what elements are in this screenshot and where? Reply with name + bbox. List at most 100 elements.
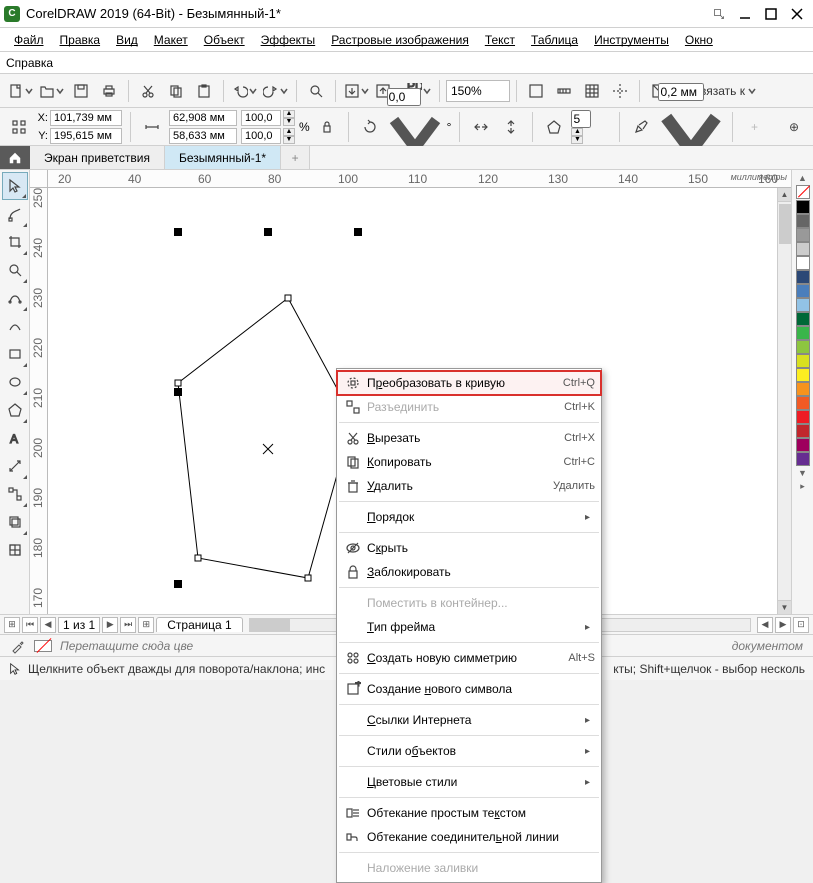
eyedropper-icon[interactable]	[10, 638, 26, 654]
menu-layout[interactable]: Макет	[146, 31, 196, 49]
selection-handle[interactable]	[174, 228, 182, 236]
sides-input[interactable]	[571, 110, 591, 128]
context-menu-item[interactable]: Заблокировать	[337, 560, 601, 584]
color-swatch[interactable]	[796, 354, 810, 368]
paste-button[interactable]	[191, 78, 217, 104]
crop-tool[interactable]	[2, 228, 28, 256]
color-swatch[interactable]	[796, 284, 810, 298]
menu-tools[interactable]: Инструменты	[586, 31, 677, 49]
selection-handle[interactable]	[174, 388, 182, 396]
menu-text[interactable]: Текст	[477, 31, 523, 49]
menu-object[interactable]: Объект	[196, 31, 253, 49]
width-input[interactable]	[169, 110, 237, 126]
vertical-scrollbar[interactable]: ▲ ▼	[777, 188, 791, 614]
rulers-button[interactable]	[551, 78, 577, 104]
context-menu-item[interactable]: Преобразовать в кривуюCtrl+Q	[337, 371, 601, 395]
color-swatch[interactable]	[796, 438, 810, 452]
page-add-button[interactable]: ⊞	[4, 617, 20, 633]
color-swatch[interactable]	[796, 298, 810, 312]
menu-window[interactable]: Окно	[677, 31, 721, 49]
color-swatch[interactable]	[796, 242, 810, 256]
mirror-h-button[interactable]	[468, 114, 494, 140]
color-swatch[interactable]	[796, 256, 810, 270]
ruler-horizontal[interactable]: 20406080100110120130140150160 миллиметры	[30, 170, 791, 188]
palette-scroll-down[interactable]: ▼	[795, 467, 811, 479]
context-menu-item[interactable]: Ссылки Интернета▸	[337, 708, 601, 732]
color-swatch[interactable]	[796, 368, 810, 382]
context-menu-item[interactable]: Обтекание соединительной линии	[337, 825, 601, 849]
context-menu-item[interactable]: +Создание нового символа	[337, 677, 601, 701]
palette-flyout[interactable]: ▸	[795, 480, 811, 492]
print-button[interactable]	[96, 78, 122, 104]
menu-file[interactable]: Файл	[6, 31, 52, 49]
page-tab-1[interactable]: Страница 1	[156, 617, 242, 632]
save-button[interactable]	[68, 78, 94, 104]
x-input[interactable]	[50, 110, 122, 126]
navigator-button[interactable]: ⊡	[793, 617, 809, 633]
rotation-input[interactable]	[387, 88, 421, 106]
close-button[interactable]	[785, 4, 809, 24]
zoom-combo[interactable]	[446, 80, 510, 102]
tab-document-1[interactable]: Безымянный-1*	[165, 146, 281, 169]
tab-new[interactable]: +	[281, 146, 310, 169]
page-prev-button[interactable]: ◀	[40, 617, 56, 633]
context-menu-item[interactable]: Тип фрейма▸	[337, 615, 601, 639]
y-input[interactable]	[50, 128, 122, 144]
search-button[interactable]	[303, 78, 329, 104]
sides-spinner[interactable]: ▲▼	[571, 128, 611, 144]
page-add-after-button[interactable]: ⊞	[138, 617, 154, 633]
minimize-button[interactable]	[733, 4, 757, 24]
context-menu-item[interactable]: УдалитьУдалить	[337, 474, 601, 498]
outline-width-input[interactable]	[658, 83, 704, 101]
undo-button[interactable]	[230, 83, 259, 99]
hscroll-right[interactable]: ▶	[775, 617, 791, 633]
context-menu-item[interactable]: Скрыть	[337, 536, 601, 560]
context-menu-item[interactable]: Обтекание простым текстом	[337, 801, 601, 825]
grid-button[interactable]	[579, 78, 605, 104]
color-swatch[interactable]	[796, 228, 810, 242]
swatch-none[interactable]	[796, 185, 810, 199]
page-last-button[interactable]: ⏭	[120, 617, 136, 633]
connector-tool[interactable]	[2, 480, 28, 508]
scale-x-spinner[interactable]: ▲▼	[283, 110, 295, 126]
menu-help[interactable]: Справка	[6, 56, 53, 70]
color-swatch[interactable]	[796, 200, 810, 214]
quick-customize-button[interactable]: ⊕	[781, 114, 807, 140]
copy-button[interactable]	[163, 78, 189, 104]
ruler-vertical[interactable]: 250240230220210200190180170	[30, 188, 48, 614]
context-menu-item[interactable]: КопироватьCtrl+C	[337, 450, 601, 474]
color-swatch[interactable]	[796, 410, 810, 424]
context-menu-item[interactable]: ВырезатьCtrl+X	[337, 426, 601, 450]
selection-handle[interactable]	[174, 580, 182, 588]
palette-scroll-up[interactable]: ▲	[795, 172, 811, 184]
height-input[interactable]	[169, 128, 237, 144]
color-swatch[interactable]	[796, 452, 810, 466]
color-swatch[interactable]	[796, 270, 810, 284]
page-first-button[interactable]: ⏮	[22, 617, 38, 633]
ellipse-tool[interactable]	[2, 368, 28, 396]
color-swatch[interactable]	[796, 326, 810, 340]
context-menu-item[interactable]: Порядок▸	[337, 505, 601, 529]
sides-combo[interactable]: ▲▼	[571, 110, 611, 144]
color-swatch[interactable]	[796, 424, 810, 438]
open-button[interactable]	[37, 83, 66, 99]
scale-y-input[interactable]	[241, 128, 281, 144]
lock-ratio-button[interactable]	[314, 114, 340, 140]
freehand-tool[interactable]	[2, 284, 28, 312]
polygon-tool[interactable]	[2, 396, 28, 424]
selection-handle[interactable]	[354, 228, 362, 236]
context-menu-item[interactable]: Создать новую симметриюAlt+S	[337, 646, 601, 670]
scale-x-input[interactable]	[241, 110, 281, 126]
hscroll-left[interactable]: ◀	[757, 617, 773, 633]
guides-button[interactable]	[607, 78, 633, 104]
artistic-media-tool[interactable]	[2, 312, 28, 340]
text-tool[interactable]: A	[2, 424, 28, 452]
maximize-button[interactable]	[759, 4, 783, 24]
home-tab-button[interactable]	[0, 146, 30, 169]
rectangle-tool[interactable]	[2, 340, 28, 368]
menu-edit[interactable]: Правка	[52, 31, 109, 49]
menu-view[interactable]: Вид	[108, 31, 146, 49]
selection-handle[interactable]	[264, 228, 272, 236]
menu-effects[interactable]: Эффекты	[253, 31, 324, 49]
color-swatch[interactable]	[796, 382, 810, 396]
